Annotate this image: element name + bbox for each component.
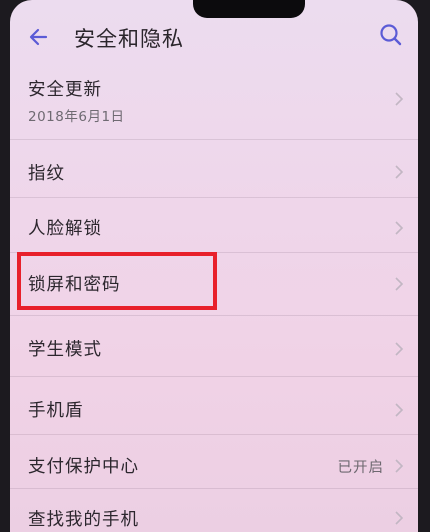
chevron-right-icon xyxy=(395,459,404,473)
chevron-right-icon xyxy=(395,165,404,179)
chevron-right-icon xyxy=(395,277,404,291)
item-label: 手机盾 xyxy=(28,401,84,421)
item-label: 指纹 xyxy=(28,164,65,184)
chevron-right-icon xyxy=(395,92,404,106)
list-item-student-mode[interactable]: 学生模式 xyxy=(10,316,418,377)
item-label: 锁屏和密码 xyxy=(28,275,121,295)
chevron-right-icon xyxy=(395,342,404,356)
settings-list: 安全更新 2018年6月1日 指纹 人脸解锁 锁屏和密码 学生模式 手机盾 支付… xyxy=(10,62,418,532)
chevron-right-icon xyxy=(395,221,404,235)
app-header: 安全和隐私 xyxy=(10,14,418,62)
list-item-face-unlock[interactable]: 人脸解锁 xyxy=(10,198,418,253)
item-label: 学生模式 xyxy=(28,340,102,360)
chevron-right-icon xyxy=(395,511,404,525)
list-item-fingerprint[interactable]: 指纹 xyxy=(10,140,418,198)
chevron-right-icon xyxy=(395,403,404,417)
search-icon[interactable] xyxy=(378,22,404,48)
list-item-phone-shield[interactable]: 手机盾 xyxy=(10,377,418,435)
list-item-payment-protection[interactable]: 支付保护中心 已开启 xyxy=(10,435,418,489)
item-label: 支付保护中心 xyxy=(28,457,139,477)
item-label: 安全更新 xyxy=(28,80,102,100)
back-arrow-icon[interactable] xyxy=(26,24,52,50)
item-label: 查找我的手机 xyxy=(28,510,139,530)
phone-screen: 安全和隐私 安全更新 2018年6月1日 指纹 人脸解锁 锁屏和密码 学生模式 … xyxy=(10,0,418,532)
item-label: 人脸解锁 xyxy=(28,219,102,239)
list-item-lock-screen-password[interactable]: 锁屏和密码 xyxy=(10,253,418,316)
list-item-security-update[interactable]: 安全更新 2018年6月1日 xyxy=(10,62,418,140)
item-subtitle: 2018年6月1日 xyxy=(28,109,125,125)
list-item-find-my-phone[interactable]: 查找我的手机 xyxy=(10,489,418,532)
status-text: 已开启 xyxy=(337,460,384,476)
page-title: 安全和隐私 xyxy=(74,27,184,51)
